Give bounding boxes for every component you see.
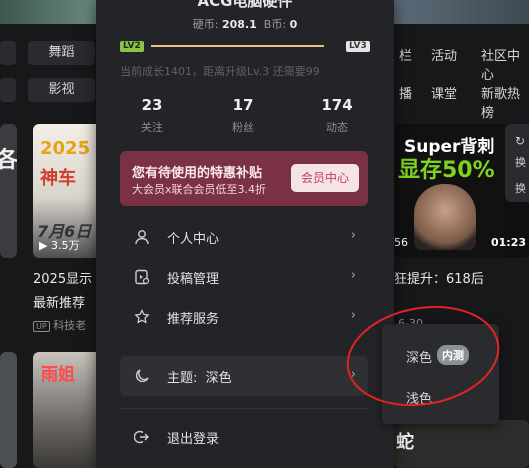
nav-chip-edge-1[interactable] [0, 41, 16, 65]
thumb-right-bottom-text: 蛇 [396, 432, 414, 453]
up-badge: UP [33, 321, 50, 332]
menu-label-uploads: 投稿管理 [167, 272, 220, 287]
menu-item-theme[interactable]: 主题: 深色 › [120, 356, 368, 396]
dynamics-label: 动态 [326, 121, 348, 134]
banner-right-art [394, 0, 529, 24]
play-count: ▶ 3.5万 [39, 237, 79, 253]
following-count: 23 [141, 96, 163, 114]
following-label: 关注 [141, 121, 163, 134]
banner-left-art [0, 0, 96, 24]
followers-label: 粉丝 [232, 121, 254, 134]
uploader-row[interactable]: UP 科技老 [33, 317, 86, 333]
chevron-right-icon: › [350, 308, 356, 323]
promo-title: 您有待使用的特惠补贴 [132, 166, 263, 181]
logout-icon [134, 430, 149, 444]
nav-chip-edge-2[interactable] [0, 78, 16, 102]
nav-item-live[interactable]: 播 [399, 83, 412, 102]
menu-divider [120, 408, 368, 409]
bcoins-value: 0 [289, 18, 298, 31]
menu-item-profile[interactable]: 个人中心 › [120, 217, 368, 257]
theme-label-text: 主题: [167, 371, 198, 386]
stat-following[interactable]: 23 关注 [112, 96, 192, 135]
level-next-badge: LV3 [346, 41, 370, 52]
coin-balance: 硬币: 208.1 B币: 0 [96, 16, 394, 32]
vip-promo-banner[interactable]: 您有待使用的特惠补贴 大会员x联合会员低至3.4折 会员中心 [120, 151, 368, 206]
followers-count: 17 [232, 96, 254, 114]
thumb-car-text: 神车 [40, 168, 76, 189]
video-title-right[interactable]: 狂提升：618后 [394, 268, 484, 287]
video-thumb-right-bottom[interactable]: 蛇 [394, 420, 529, 468]
star-box-icon [134, 309, 150, 324]
moon-icon [135, 369, 149, 383]
uploader-name: 科技老 [53, 319, 87, 332]
presenter-face [414, 184, 476, 250]
edge-thumb-text: 各 [0, 148, 17, 173]
video-title-left-line1[interactable]: 2025显示 [33, 268, 92, 287]
menu-item-uploads[interactable]: 投稿管理 › [120, 257, 368, 297]
swap-label-2: 换 [515, 182, 526, 195]
nav-item-classroom[interactable]: 课堂 [431, 83, 457, 102]
video-title-left-line2[interactable]: 最新推荐 [33, 292, 85, 311]
video-thumb-edge-bottom[interactable] [0, 352, 17, 468]
upload-doc-icon [135, 269, 150, 285]
menu-label-recommend: 推荐服务 [167, 312, 220, 327]
nav-chip-movies[interactable]: 影视 [28, 78, 95, 102]
nav-item-column[interactable]: 栏 [399, 45, 412, 64]
video-thumb-left-bottom[interactable]: 雨姐 [33, 352, 105, 468]
video-thumb-left[interactable]: 2025 神车 7月6日 ▶ 3.5万 [33, 124, 105, 258]
theme-current-value: 深色 [205, 371, 232, 386]
user-icon [135, 230, 149, 245]
refresh-side-panel[interactable]: ↻ 换 换 [505, 124, 529, 202]
level-current-badge: LV2 [120, 41, 144, 52]
thumb-headline-2: 显存50% [398, 158, 495, 183]
chevron-right-icon: › [350, 228, 356, 243]
nav-chip-dance[interactable]: 舞蹈 [28, 41, 95, 65]
stat-dynamics[interactable]: 174 动态 [297, 96, 377, 135]
thumb-year-text: 2025 [40, 138, 91, 159]
user-dropdown-panel: ACG电脑硬件 硬币: 208.1 B币: 0 LV2 LV3 当前成长1401… [96, 0, 394, 468]
nav-item-new-songs[interactable]: 新歌热榜 [481, 83, 529, 121]
thumb-left-time: 56 [394, 236, 408, 249]
menu-item-recommend[interactable]: 推荐服务 › [120, 297, 368, 337]
username[interactable]: ACG电脑硬件 [96, 0, 394, 11]
play-count-value: 3.5万 [50, 239, 80, 252]
video-duration: 01:23 [491, 236, 527, 249]
nav-item-activity[interactable]: 活动 [431, 45, 457, 64]
chevron-right-icon: › [350, 268, 356, 283]
coins-label: 硬币: [192, 18, 219, 31]
bcoins-label: B币: [263, 18, 287, 31]
nav-item-community[interactable]: 社区中心 [481, 45, 529, 83]
menu-label-logout: 退出登录 [167, 432, 220, 447]
level-hint: 当前成长1401，距离升级Lv.3 还需要99 [120, 65, 320, 78]
vip-center-button[interactable]: 会员中心 [291, 164, 359, 192]
promo-subtitle: 大会员x联合会员低至3.4折 [132, 183, 267, 196]
menu-label-profile: 个人中心 [167, 232, 220, 247]
thumb-bottom-text: 雨姐 [41, 365, 75, 385]
swap-label-1: 换 [515, 156, 526, 169]
refresh-icon: ↻ [515, 134, 526, 148]
menu-item-logout[interactable]: 退出登录 [120, 417, 368, 457]
video-thumb-edge[interactable]: 各 [0, 124, 17, 258]
theme-label: 主题: 深色 [167, 367, 232, 386]
stat-followers[interactable]: 17 粉丝 [203, 96, 283, 135]
level-progress-bar [151, 45, 324, 47]
coins-value: 208.1 [222, 18, 257, 31]
play-icon: ▶ [39, 239, 48, 252]
dynamics-count: 174 [321, 96, 353, 114]
